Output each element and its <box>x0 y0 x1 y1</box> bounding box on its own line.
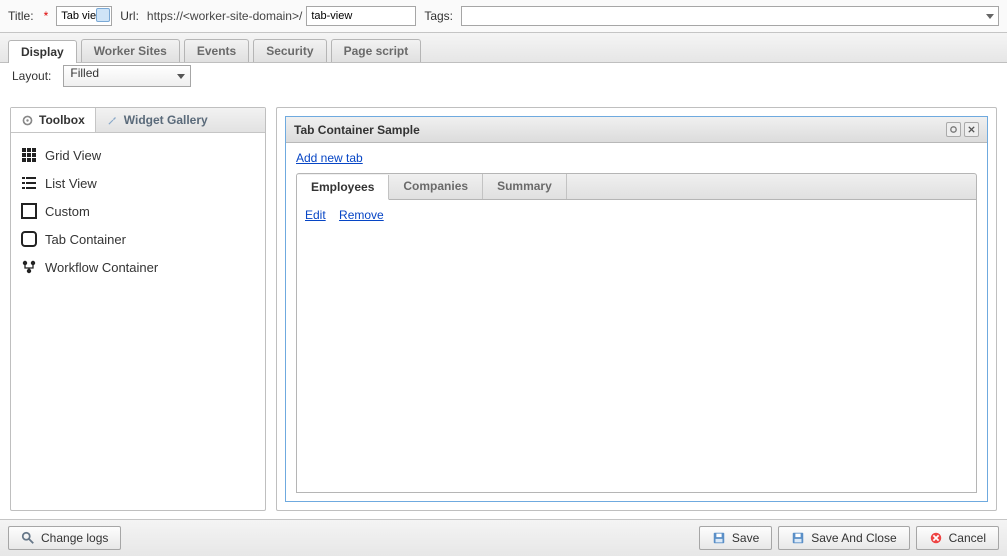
subtab-widget-gallery-label: Widget Gallery <box>124 113 208 127</box>
square-icon <box>21 203 37 219</box>
tab-worker-sites[interactable]: Worker Sites <box>81 39 180 62</box>
main-tab-strip: Display Worker Sites Events Security Pag… <box>0 33 1007 63</box>
change-logs-button[interactable]: Change logs <box>8 526 121 550</box>
tool-tab-container[interactable]: Tab Container <box>17 225 259 253</box>
tool-label: Workflow Container <box>45 260 158 275</box>
layout-label: Layout: <box>12 69 51 83</box>
url-label: Url: <box>120 9 139 23</box>
tab-security[interactable]: Security <box>253 39 326 62</box>
tags-select[interactable] <box>461 6 999 26</box>
subtab-toolbox[interactable]: Toolbox <box>11 108 96 132</box>
inner-tab-summary[interactable]: Summary <box>483 174 567 199</box>
save-and-close-label: Save And Close <box>811 531 896 545</box>
tool-label: Tab Container <box>45 232 126 247</box>
title-label: Title: <box>8 9 34 23</box>
tab-events[interactable]: Events <box>184 39 249 62</box>
cancel-button[interactable]: Cancel <box>916 526 999 550</box>
workflow-icon <box>21 259 37 275</box>
save-button[interactable]: Save <box>699 526 772 550</box>
refresh-icon[interactable] <box>96 8 110 22</box>
tab-container-widget[interactable]: Tab Container Sample Add new tab Employe… <box>285 116 988 502</box>
footer-bar: Change logs Save Save And Close Cancel <box>0 519 1007 556</box>
layout-row: Layout: Filled <box>0 63 1007 97</box>
cancel-label: Cancel <box>949 531 986 545</box>
close-icon[interactable] <box>964 122 979 137</box>
add-new-tab-link[interactable]: Add new tab <box>296 151 977 165</box>
tool-label: List View <box>45 176 97 191</box>
widget-header: Tab Container Sample <box>286 117 987 143</box>
save-and-close-button[interactable]: Save And Close <box>778 526 909 550</box>
tool-grid-view[interactable]: Grid View <box>17 141 259 169</box>
list-icon <box>21 175 37 191</box>
rounded-square-icon <box>21 231 37 247</box>
subtab-widget-gallery[interactable]: Widget Gallery <box>96 108 218 132</box>
inner-tab-employees[interactable]: Employees <box>297 175 389 200</box>
inner-tab-strip: Employees Companies Summary <box>296 173 977 200</box>
remove-link[interactable]: Remove <box>339 208 384 222</box>
url-prefix: https://<worker-site-domain>/ <box>147 9 306 23</box>
layout-select[interactable]: Filled <box>63 65 191 87</box>
grid-icon <box>21 147 37 163</box>
edit-link[interactable]: Edit <box>305 208 326 222</box>
change-logs-label: Change logs <box>41 531 108 545</box>
subtab-toolbox-label: Toolbox <box>39 113 85 127</box>
required-asterisk: * <box>44 9 49 23</box>
inner-tab-companies[interactable]: Companies <box>389 174 483 199</box>
disk-icon <box>791 531 805 545</box>
wrench-icon <box>106 114 119 127</box>
url-input[interactable] <box>306 6 416 26</box>
save-label: Save <box>732 531 759 545</box>
toolbox-panel: Toolbox Widget Gallery Grid View List Vi… <box>10 107 266 511</box>
settings-icon[interactable] <box>946 122 961 137</box>
magnifier-icon <box>21 531 35 545</box>
tool-workflow-container[interactable]: Workflow Container <box>17 253 259 281</box>
page-header: Title: * Url: https://<worker-site-domain… <box>0 0 1007 33</box>
widget-title: Tab Container Sample <box>294 123 420 137</box>
tool-label: Custom <box>45 204 90 219</box>
gear-icon <box>21 114 34 127</box>
tab-display[interactable]: Display <box>8 40 77 63</box>
cancel-icon <box>929 531 943 545</box>
disk-icon <box>712 531 726 545</box>
tool-list: Grid View List View Custom Tab Container… <box>11 133 265 289</box>
tab-page-script[interactable]: Page script <box>331 39 422 62</box>
tags-label: Tags: <box>424 9 453 23</box>
tool-list-view[interactable]: List View <box>17 169 259 197</box>
tool-custom[interactable]: Custom <box>17 197 259 225</box>
tool-label: Grid View <box>45 148 101 163</box>
preview-panel: Tab Container Sample Add new tab Employe… <box>276 107 997 511</box>
inner-tab-body: Edit Remove <box>296 200 977 493</box>
